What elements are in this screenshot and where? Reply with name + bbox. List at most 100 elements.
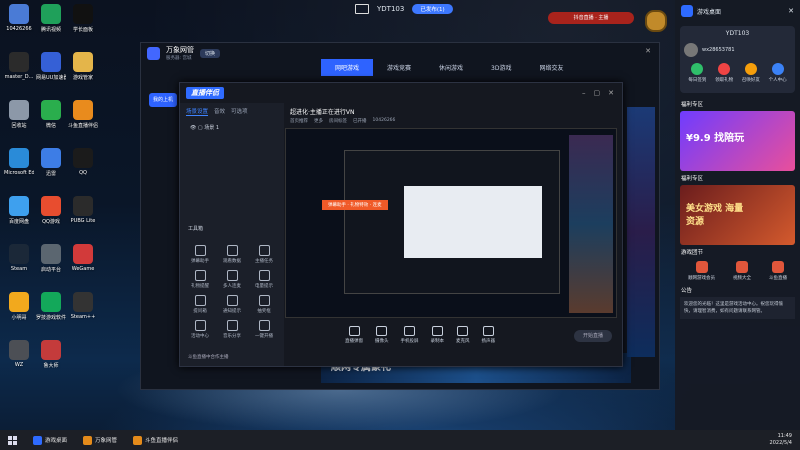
right-panel: 游戏桌面 ✕ YDT103 wx28653781 每日签到 领取礼物 召唤好友 个人中… [675,0,800,430]
app-item[interactable]: 视频大全 [733,261,751,281]
control-button[interactable]: 直播弹窗 [345,326,363,344]
desktop-icon-label: 启动平台 [40,267,61,273]
desktop-icon[interactable]: PUBG Lite [68,196,98,224]
tool-label: 活动中心 [191,334,209,339]
desktop-icon[interactable]: 微信 [36,100,66,129]
avatar[interactable] [684,43,698,57]
tab-网络交友[interactable]: 网络交友 [526,59,578,76]
tab-3D游戏[interactable]: 3D游戏 [477,59,525,76]
switch-button[interactable]: 切换 [200,48,221,58]
my-session-button[interactable]: 我的上机 [149,93,177,107]
control-button[interactable]: 摄像头 [375,326,389,344]
meta-item[interactable]: 首页推荐 [290,118,308,124]
meta-item[interactable]: 更多 [314,118,323,124]
tool-item[interactable]: 音乐分享 [216,320,248,339]
desktop-icon[interactable]: master_D... [4,52,34,80]
tool-item[interactable]: 主播任务 [248,245,280,264]
publish-chip[interactable]: 已发布(1) [412,4,453,14]
scene-tab[interactable]: 场景设置 [186,107,209,116]
control-button[interactable]: 麦克风 [456,326,470,344]
start-icon[interactable] [8,435,17,445]
close-icon[interactable]: ✕ [645,47,651,55]
scene-tab[interactable]: 可选项 [231,107,248,116]
promo-banner-1[interactable]: ¥9.9 找陪玩 [680,111,795,171]
clock-date[interactable]: 2022/5/4 [770,440,792,447]
tool-item[interactable]: 礼物提醒 [184,270,216,289]
tool-item[interactable]: 一键开播 [248,320,280,339]
app-icon [9,340,29,360]
tab-网吧游戏[interactable]: 网吧游戏 [321,59,374,76]
desktop-icon[interactable]: 回收站 [4,100,34,129]
stream-header: 直播伴侣 – ▢ ✕ [180,83,622,103]
meta-item[interactable]: 房间标签 [329,118,347,124]
desktop-icon[interactable]: Steam [4,244,34,272]
avatar-medal[interactable] [645,10,667,32]
live-badge[interactable]: 抖音直播 · 主播 [548,12,634,24]
go-live-button[interactable]: 开始直播 [574,330,612,342]
meta-item[interactable]: 已开播 [353,118,367,124]
function-button[interactable]: 召唤好友 [742,63,760,83]
app-label: 顺网游戏会员 [688,276,715,281]
tool-item[interactable]: 提问箱 [184,295,216,314]
tool-item[interactable]: 通知提示 [216,295,248,314]
desktop-icon[interactable]: QQ游戏 [36,196,66,225]
scene-tab[interactable]: 音效 [214,107,225,116]
app-icon [73,292,93,312]
function-button[interactable]: 个人中心 [769,63,787,83]
overlay-banner[interactable]: 弹幕助手 · 礼物特效 · 连麦 [322,200,388,210]
tool-item[interactable]: 观看数据 [216,245,248,264]
close-icon[interactable]: ✕ [608,89,614,97]
maximize-icon[interactable]: ▢ [594,89,601,97]
function-button[interactable]: 每日签到 [688,63,706,83]
tool-item[interactable]: 多人连麦 [216,270,248,289]
meta-item[interactable]: 10426266 [373,118,396,124]
desktop-icon[interactable]: Steam++ [68,292,98,320]
clock-time[interactable]: 11:49 [770,433,792,440]
scene-item[interactable]: 👁 ▢ 场景 1 [180,120,284,135]
desktop-icon[interactable]: 小明哥 [4,292,34,321]
desktop-icon[interactable]: WeGame [68,244,98,272]
function-label: 每日签到 [688,78,707,83]
tool-label: 电量提示 [255,284,273,289]
desktop-icon[interactable]: QQ [68,148,98,176]
desktop-icon[interactable]: Microsoft Edge [4,148,34,176]
desktop-icon[interactable]: 斗鱼直播伴侣 [68,100,98,129]
control-button[interactable]: 录制本 [431,326,444,344]
tab-休闲游戏[interactable]: 休闲游戏 [425,59,477,76]
control-button[interactable]: 手机投屏 [401,326,419,344]
taskbar-item[interactable]: 斗鱼直播伴侣 [125,430,186,450]
desktop-icon[interactable]: 鲁大师 [36,340,66,369]
tool-item[interactable]: 弹幕助手 [184,245,216,264]
stream-title[interactable]: 超进化·主播正在进行VN [290,107,355,116]
tab-游戏竞赛[interactable]: 游戏竞赛 [373,59,425,76]
tool-item[interactable]: 抽奖框 [248,295,280,314]
tool-item[interactable]: 电量提示 [248,270,280,289]
tool-icon [194,295,206,306]
tool-label: 礼物提醒 [191,284,209,289]
control-button[interactable]: 扬声器 [482,326,495,344]
desktop-icon[interactable]: 10426266 [4,4,34,32]
close-icon[interactable]: ✕ [788,7,800,15]
promo-banner-2[interactable]: 美女游戏 海量资源 [680,185,795,245]
desktop-icon[interactable]: WZ [4,340,34,368]
monitor-icon [355,4,369,14]
taskbar-label: 斗鱼直播伴侣 [145,438,179,444]
tool-label: 一键开播 [255,334,273,339]
desktop-icon[interactable]: 迅雷 [36,148,66,177]
footer-link[interactable]: 斗鱼直播中合作主播 [188,354,229,360]
minimize-icon[interactable]: – [582,89,586,97]
desktop-icon[interactable]: 百度网盘 [4,196,34,225]
function-button[interactable]: 领取礼物 [715,63,733,83]
taskbar-item[interactable]: 万象网管 [75,430,125,450]
app-icon [41,4,61,24]
desktop-icon[interactable]: 罗技游戏软件 [36,292,66,321]
desktop-icon[interactable]: 腾讯视频 [36,4,66,33]
app-item[interactable]: 顺网游戏会员 [688,261,715,281]
taskbar-item[interactable]: 游戏桌面 [25,430,75,450]
tool-item[interactable]: 活动中心 [184,320,216,339]
desktop-icon[interactable]: 游戏管家 [68,52,98,81]
app-item[interactable]: 斗鱼直播 [769,261,787,281]
desktop-icon[interactable]: 启动平台 [36,244,66,273]
desktop-icon[interactable]: 网易UU加速器 [36,52,66,81]
desktop-icon[interactable]: 学长面板 [68,4,98,33]
